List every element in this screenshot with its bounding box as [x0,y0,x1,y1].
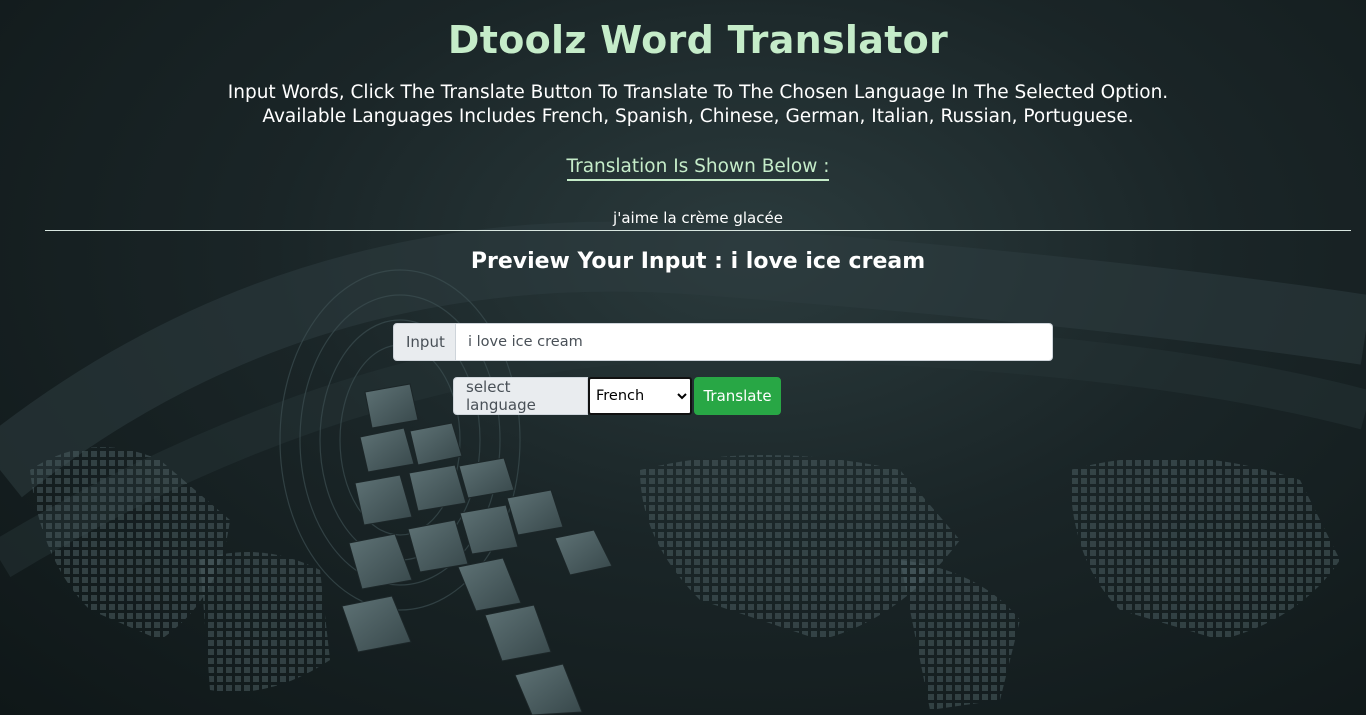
translation-label: Translation Is Shown Below : [566,156,830,181]
description-line-2: Available Languages Includes French, Spa… [262,106,1134,127]
page-description: Input Words, Click The Translate Button … [0,81,1366,129]
page-content: Dtoolz Word Translator Input Words, Clic… [0,0,1366,715]
word-input[interactable] [456,323,1053,361]
description-line-1: Input Words, Click The Translate Button … [227,82,1169,103]
language-select[interactable]: French [588,377,692,415]
translate-button[interactable]: Translate [694,377,781,415]
input-addon-label: Input [393,323,456,361]
input-group: Input [393,323,1053,361]
language-group: select language French Translate [453,377,781,415]
input-preview: Preview Your Input : i love ice cream [470,249,926,274]
divider [45,230,1351,231]
translation-output: j'aime la crème glacée [613,209,783,227]
language-addon-label: select language [453,377,588,415]
translation-heading: Translation Is Shown Below : [0,156,1366,181]
page-title: Dtoolz Word Translator [447,18,949,62]
